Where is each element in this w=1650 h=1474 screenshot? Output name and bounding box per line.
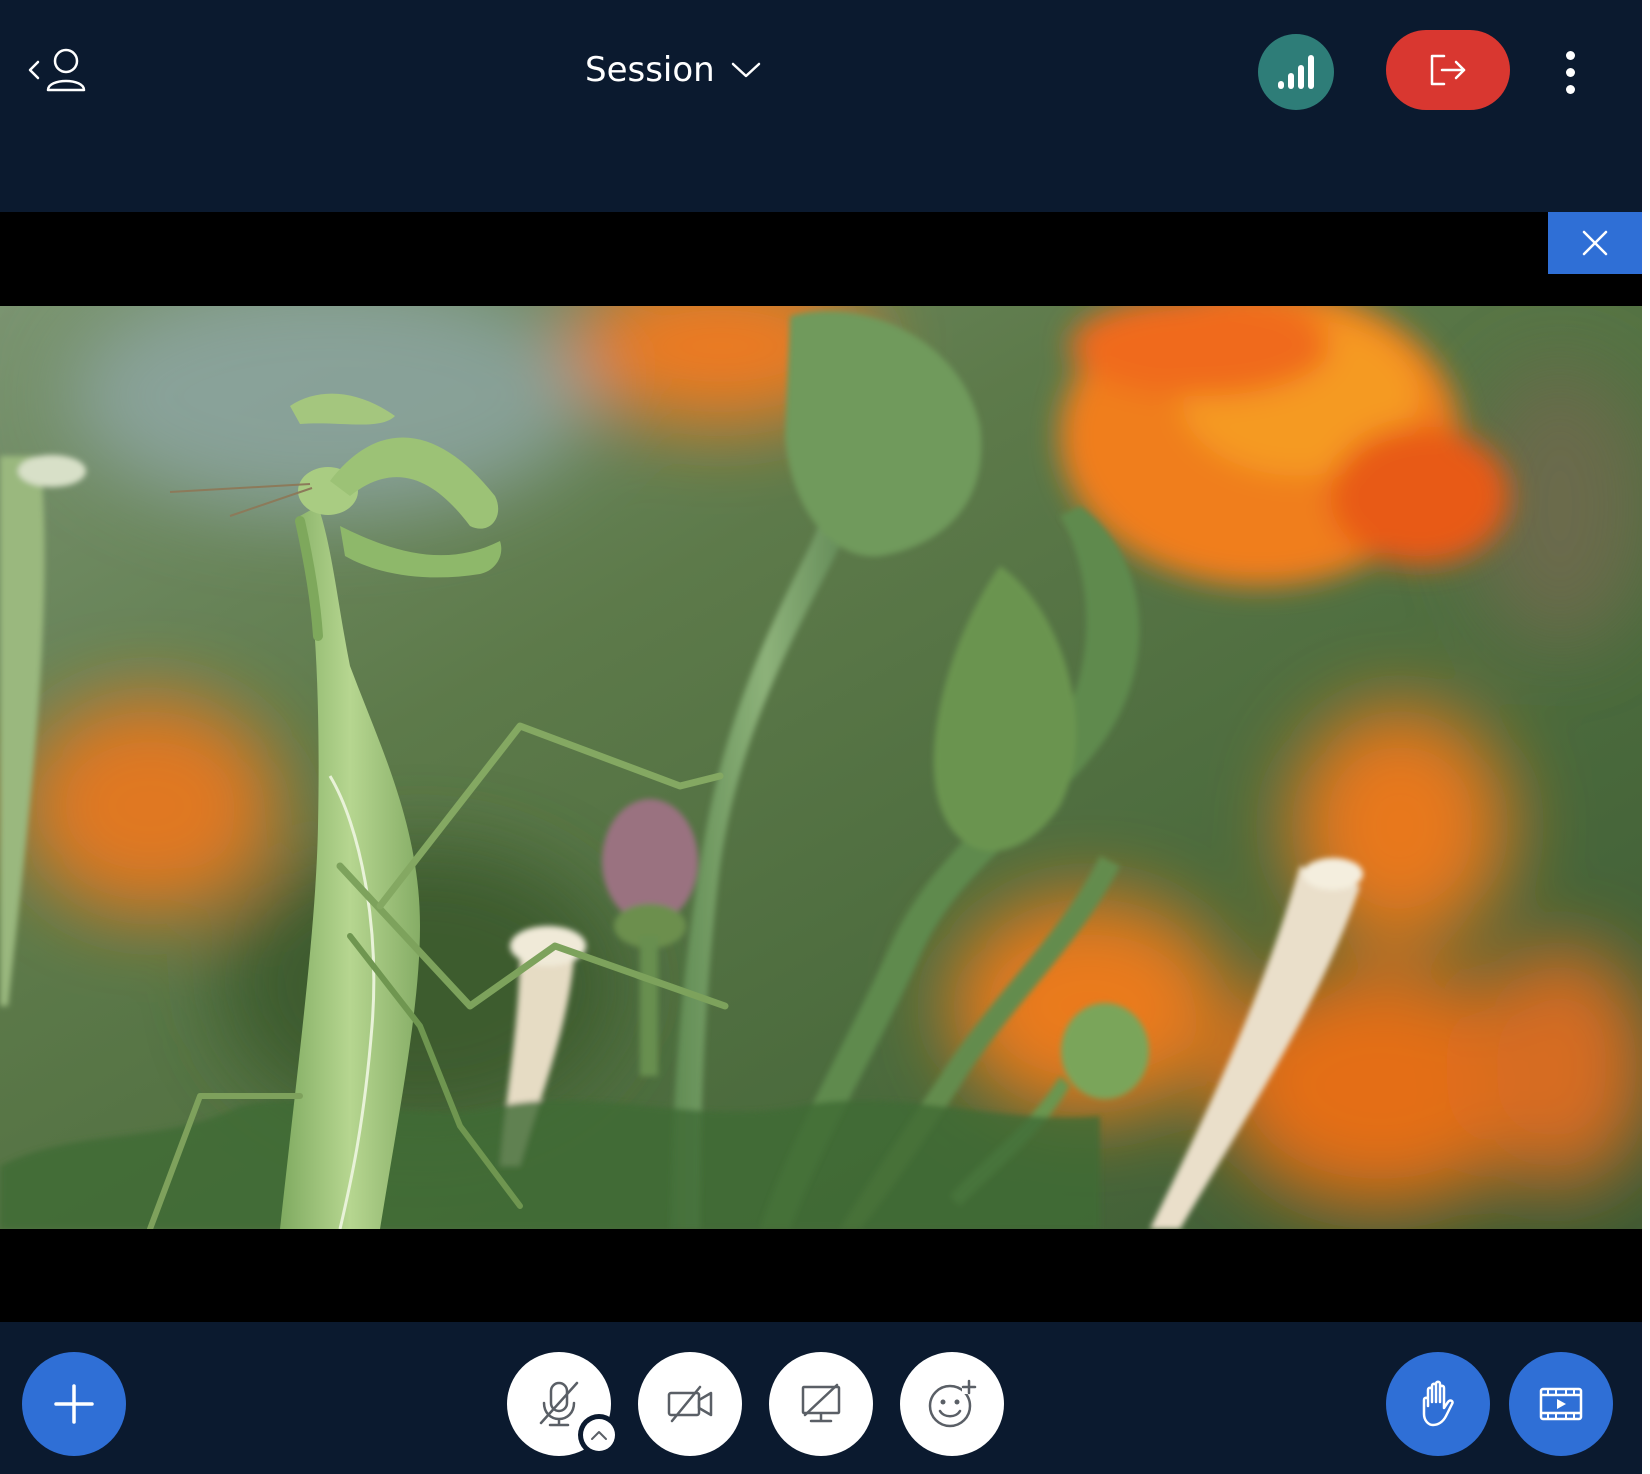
signal-bars-icon [1278,55,1314,89]
video-still-mantis-flowers [0,306,1642,1229]
back-to-participants-button[interactable] [26,46,92,94]
leave-session-button[interactable] [1386,30,1510,110]
close-video-button[interactable] [1548,212,1642,274]
share-screen-button[interactable] [769,1352,873,1456]
leave-session-icon [1430,54,1466,86]
window-edge [1642,0,1650,1474]
screen-share-off-icon [801,1383,841,1423]
microphone-options-button[interactable] [578,1414,620,1456]
camera-off-icon [667,1385,713,1423]
add-button[interactable] [22,1352,126,1456]
chevron-up-icon [591,1431,607,1440]
bottom-toolbar [0,1322,1642,1474]
shared-video-content[interactable] [0,306,1642,1229]
video-player-icon [1539,1387,1583,1421]
session-dropdown[interactable]: Session [585,44,761,96]
plus-icon [54,1384,94,1424]
raise-hand-button[interactable] [1386,1352,1490,1456]
chevron-down-icon [731,62,760,78]
reactions-button[interactable] [900,1352,1004,1456]
camera-button[interactable] [638,1352,742,1456]
share-video-button[interactable] [1509,1352,1613,1456]
close-icon [1582,230,1608,256]
mic-muted-icon [539,1381,579,1427]
user-back-icon [28,48,86,92]
video-session-app: Session [0,0,1642,1474]
top-bar: Session [0,0,1642,212]
more-options-button[interactable] [1554,44,1586,100]
connection-quality-button[interactable] [1258,34,1334,110]
hand-icon [1422,1380,1454,1427]
session-title: Session [585,50,715,90]
emoji-add-icon [928,1379,977,1428]
more-vertical-icon [1565,50,1575,60]
